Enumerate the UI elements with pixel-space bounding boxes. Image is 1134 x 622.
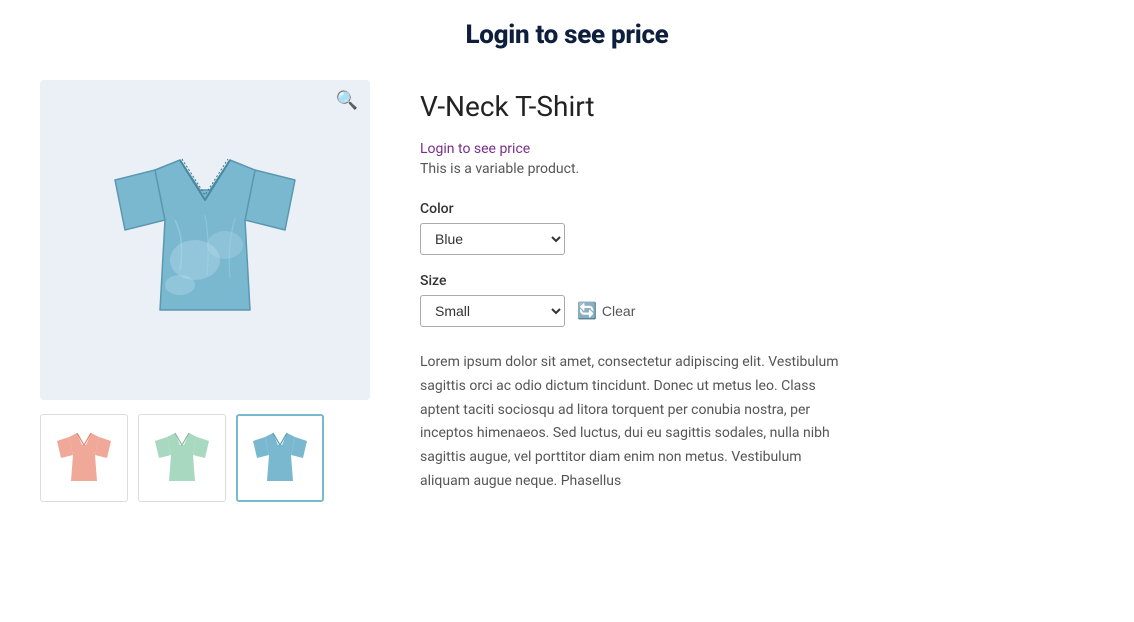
product-description: Lorem ipsum dolor sit amet, consectetur … — [420, 351, 850, 494]
login-price-link[interactable]: Login to see price — [420, 141, 1094, 157]
main-image: 🔍 — [40, 80, 370, 400]
size-row: Small Medium Large X-Large 🔄 Clear — [420, 295, 1094, 327]
size-select[interactable]: Small Medium Large X-Large — [420, 295, 565, 327]
thumbnail-pink[interactable] — [40, 414, 128, 502]
page-wrapper: Login to see price 🔍 — [0, 0, 1134, 542]
product-images: 🔍 — [40, 80, 370, 502]
variable-notice: This is a variable product. — [420, 161, 1094, 177]
zoom-icon[interactable]: 🔍 — [336, 90, 358, 111]
clear-label: Clear — [602, 303, 635, 319]
thumbnail-blue[interactable] — [236, 414, 324, 502]
color-label: Color — [420, 201, 1094, 217]
product-name: V-Neck T-Shirt — [420, 90, 1094, 123]
page-title-bar: Login to see price — [40, 20, 1094, 50]
product-illustration — [95, 130, 315, 350]
size-variation-group: Size Small Medium Large X-Large 🔄 Clear — [420, 273, 1094, 327]
page-title: Login to see price — [40, 20, 1094, 50]
color-variation-group: Color Blue Green Pink — [420, 201, 1094, 255]
thumbnails — [40, 414, 370, 502]
clear-icon: 🔄 — [577, 301, 597, 321]
clear-size-button[interactable]: 🔄 Clear — [577, 301, 635, 321]
thumbnail-mint[interactable] — [138, 414, 226, 502]
size-label: Size — [420, 273, 1094, 289]
product-info: V-Neck T-Shirt Login to see price This i… — [420, 80, 1094, 494]
color-select[interactable]: Blue Green Pink — [420, 223, 565, 255]
product-layout: 🔍 — [40, 80, 1094, 502]
